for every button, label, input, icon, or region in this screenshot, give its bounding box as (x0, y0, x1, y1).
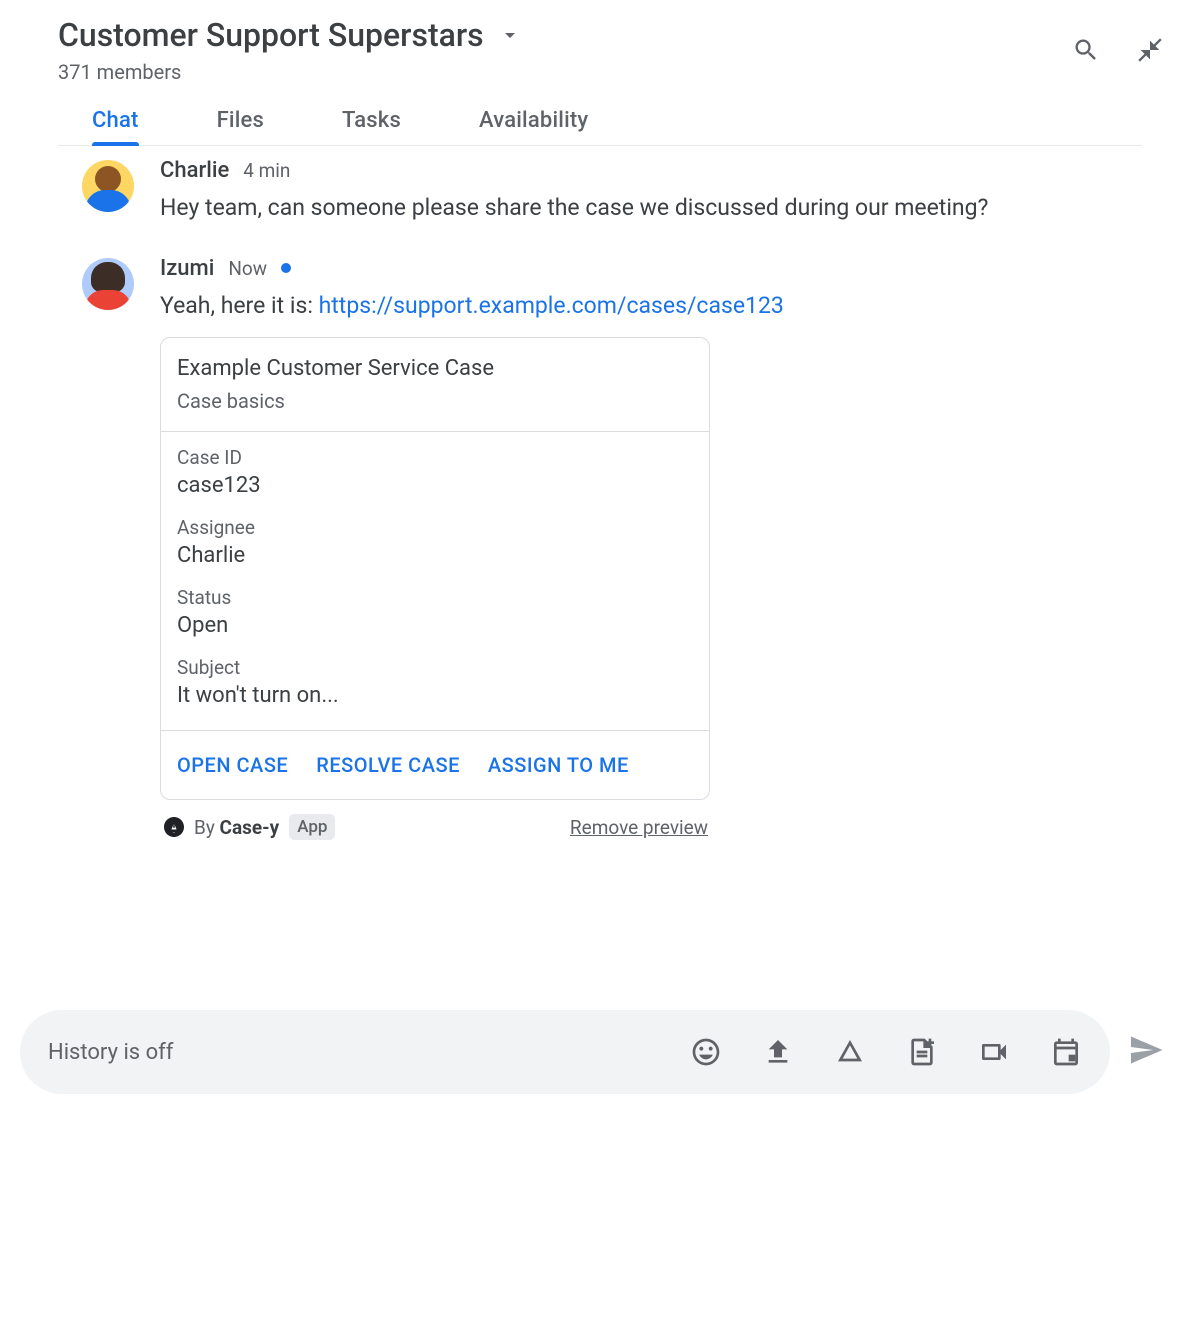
field-value: case123 (177, 473, 693, 498)
create-doc-icon[interactable] (906, 1036, 938, 1068)
search-icon[interactable] (1072, 36, 1100, 64)
tab-chat[interactable]: Chat (92, 108, 139, 145)
avatar[interactable] (82, 160, 134, 212)
open-case-button[interactable]: OPEN CASE (177, 753, 288, 777)
chevron-down-icon[interactable] (498, 23, 522, 47)
message-time: 4 min (243, 159, 290, 182)
card-title: Example Customer Service Case (177, 356, 693, 381)
message-author: Izumi (160, 256, 214, 281)
drive-icon[interactable] (834, 1036, 866, 1068)
message: Charlie 4 min Hey team, can someone plea… (82, 158, 1142, 226)
emoji-icon[interactable] (690, 1036, 722, 1068)
space-title[interactable]: Customer Support Superstars (58, 16, 484, 54)
message-author: Charlie (160, 158, 229, 183)
composer: History is off (20, 1010, 1164, 1094)
tab-availability[interactable]: Availability (479, 108, 588, 145)
message-text: Hey team, can someone please share the c… (160, 191, 1142, 226)
app-badge: App (289, 814, 335, 840)
field-label: Case ID (177, 446, 693, 469)
tab-tasks[interactable]: Tasks (342, 108, 401, 145)
member-count: 371 members (58, 60, 1142, 84)
card-source-name: Case-y (220, 816, 280, 839)
message-input[interactable]: History is off (20, 1010, 1110, 1094)
field-label: Status (177, 586, 693, 609)
collapse-icon[interactable] (1136, 36, 1164, 64)
webhook-icon (162, 815, 186, 839)
avatar[interactable] (82, 258, 134, 310)
message: Izumi Now Yeah, here it is: https://supp… (82, 256, 1142, 841)
message-text: Yeah, here it is: https://support.exampl… (160, 289, 1142, 324)
field-value: It won't turn on... (177, 683, 693, 708)
field-value: Open (177, 613, 693, 638)
message-link[interactable]: https://support.example.com/cases/case12… (319, 292, 784, 319)
composer-placeholder: History is off (48, 1040, 173, 1065)
field-label: Assignee (177, 516, 693, 539)
send-button[interactable] (1128, 1032, 1164, 1072)
assign-to-me-button[interactable]: ASSIGN TO ME (488, 753, 629, 777)
message-text-prefix: Yeah, here it is: (160, 292, 319, 319)
unread-indicator (281, 263, 291, 273)
message-time: Now (228, 257, 267, 280)
resolve-case-button[interactable]: RESOLVE CASE (316, 753, 460, 777)
tab-files[interactable]: Files (217, 108, 264, 145)
tabs: Chat Files Tasks Availability (58, 84, 1142, 146)
field-label: Subject (177, 656, 693, 679)
card-subtitle: Case basics (177, 389, 693, 413)
preview-card: Example Customer Service Case Case basic… (160, 337, 710, 800)
remove-preview-link[interactable]: Remove preview (570, 816, 708, 839)
upload-icon[interactable] (762, 1036, 794, 1068)
video-icon[interactable] (978, 1036, 1010, 1068)
calendar-icon[interactable] (1050, 1036, 1082, 1068)
card-source-text: By Case-y (194, 816, 279, 839)
field-value: Charlie (177, 543, 693, 568)
